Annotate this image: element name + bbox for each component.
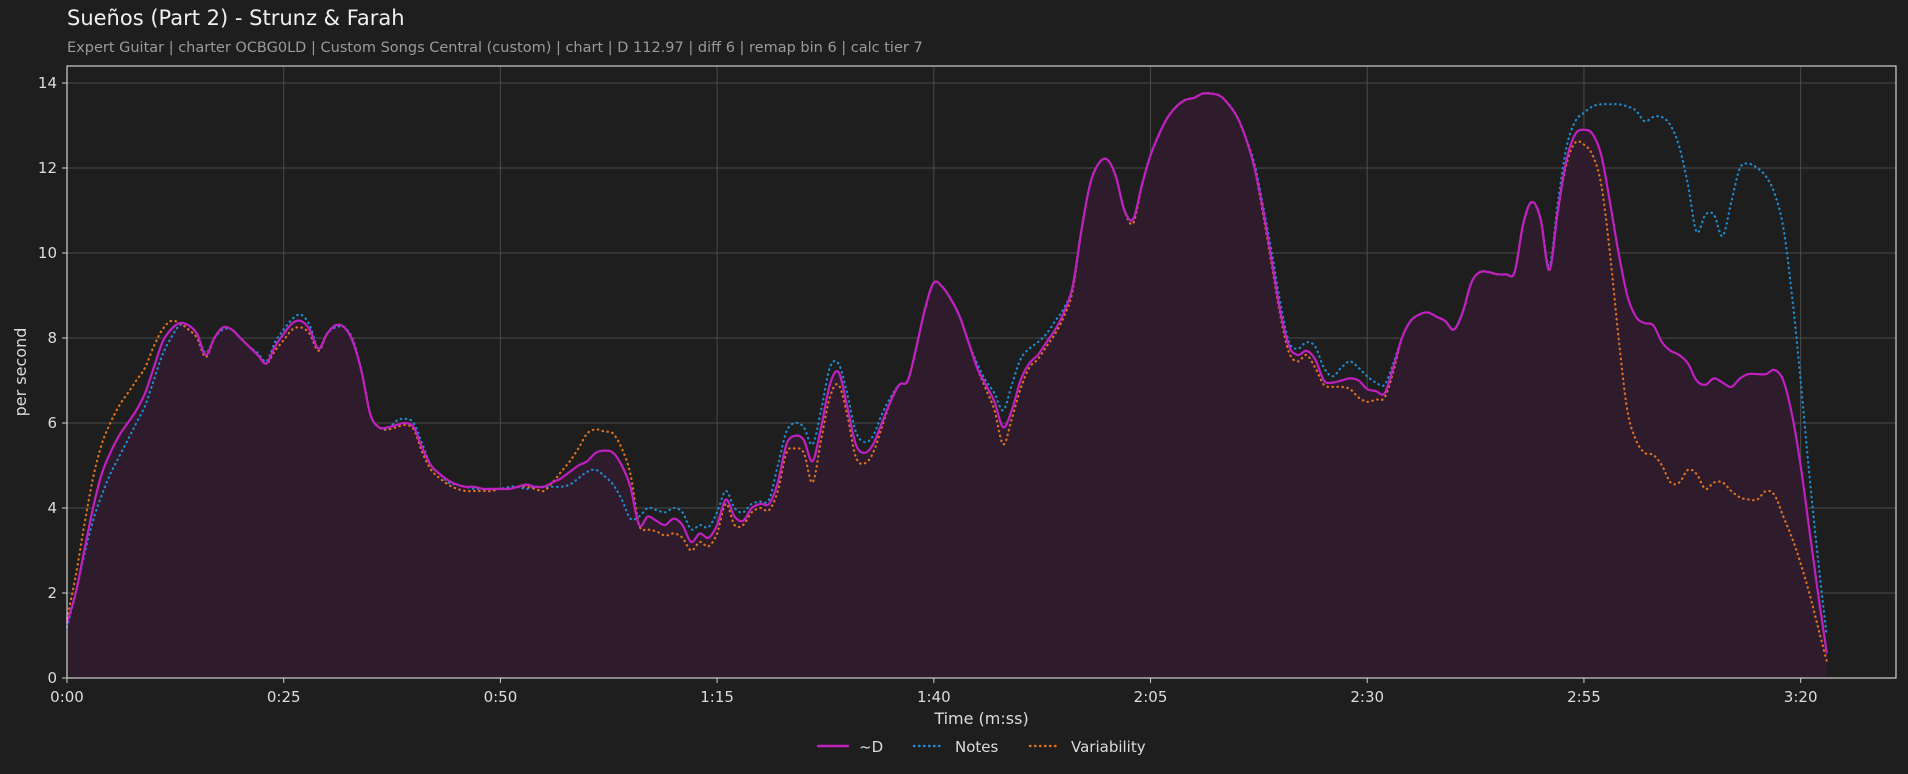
legend: ~D Notes Variability (816, 738, 1146, 756)
y-tick-label: 10 (38, 244, 57, 262)
x-tick-label: 0:00 (50, 688, 84, 706)
x-tick-label: 2:55 (1567, 688, 1601, 706)
y-tick-label: 4 (47, 499, 57, 517)
legend-label: ~D (859, 738, 883, 756)
y-axis-ticks: 0 2 4 6 8 10 12 14 (38, 74, 67, 687)
x-tick-label: 2:05 (1134, 688, 1168, 706)
x-tick-label: 0:50 (484, 688, 518, 706)
x-axis-label: Time (m:ss) (933, 709, 1028, 728)
y-tick-label: 0 (47, 669, 57, 687)
x-tick-label: 0:25 (267, 688, 301, 706)
y-tick-label: 6 (47, 414, 57, 432)
y-tick-label: 2 (47, 584, 57, 602)
y-tick-label: 8 (47, 329, 57, 347)
x-tick-label: 3:20 (1784, 688, 1818, 706)
x-axis-ticks: 0:00 0:25 0:50 1:15 1:40 2:05 2:30 2:55 3:20 (50, 678, 1817, 706)
legend-label: Notes (955, 738, 999, 756)
legend-label: Variability (1071, 738, 1146, 756)
x-tick-label: 2:30 (1350, 688, 1384, 706)
y-tick-label: 12 (38, 159, 57, 177)
y-axis-label: per second (11, 328, 30, 417)
x-tick-label: 1:15 (700, 688, 734, 706)
x-tick-label: 1:40 (917, 688, 951, 706)
chart-canvas: 0:00 0:25 0:50 1:15 1:40 2:05 2:30 2:55 3:20 0 2 4… (11, 65, 1897, 756)
y-tick-label: 14 (38, 74, 57, 92)
